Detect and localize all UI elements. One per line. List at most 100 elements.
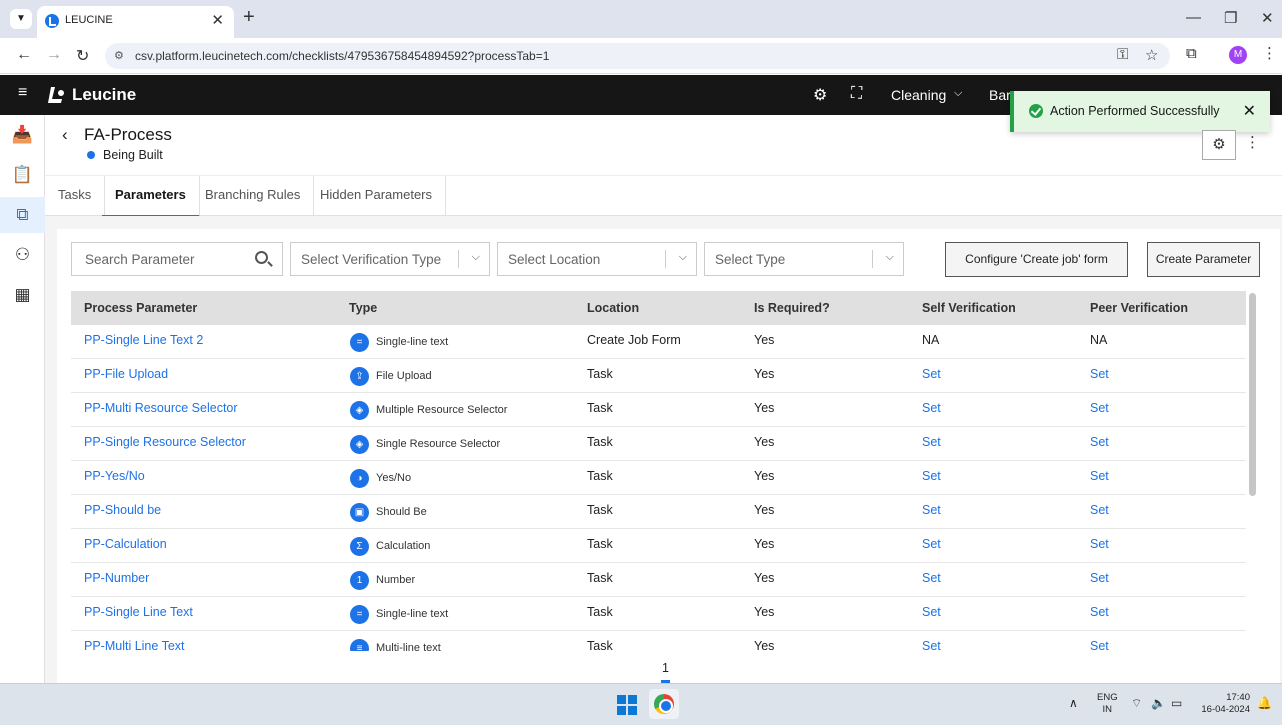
notification-bell-icon[interactable]: 🔔 [1257,696,1272,710]
table-row[interactable]: PP-Single Line Text 2 = Single-line text Cr… [71,325,1246,359]
tab-tasks[interactable]: Tasks [45,176,106,217]
self-verification-value[interactable]: Set [922,605,941,619]
back-chevron-icon[interactable]: ‹ [62,125,68,145]
table-row[interactable]: PP-Single Resource Selector ◈ Single Resou… [71,427,1246,461]
wifi-icon[interactable]: ⌔ [1131,696,1142,711]
peer-verification-value[interactable]: Set [1090,639,1109,651]
hamburger-menu-icon[interactable]: ≡ [18,84,27,102]
peer-verification-value[interactable]: Set [1090,469,1109,483]
peer-verification-value[interactable]: Set [1090,367,1109,381]
reports-icon[interactable]: ▦ [0,277,45,313]
table-scrollbar[interactable] [1249,293,1256,496]
profile-avatar[interactable]: M [1229,46,1247,64]
parameter-name-link[interactable]: PP-Multi Line Text [84,639,185,651]
more-options-icon[interactable]: ⋮ [1245,133,1260,151]
peer-verification-value[interactable]: Set [1090,503,1109,517]
close-tab-icon[interactable]: ✕ [211,11,224,29]
reload-icon[interactable]: ↻ [76,46,89,66]
url-text[interactable]: csv.platform.leucinetech.com/checklists/… [135,49,549,63]
table-row[interactable]: PP-Yes/No ◑ Yes/No Task Yes Set Set [71,461,1246,495]
parameter-type-icon: ≡ [350,639,369,651]
windows-start-icon[interactable] [617,695,637,715]
parameter-name-link[interactable]: PP-Single Line Text [84,605,193,619]
peer-verification-value[interactable]: Set [1090,605,1109,619]
scan-icon[interactable]: ⛶ [851,85,862,103]
col-peer-verification: Peer Verification [1090,301,1188,315]
verification-type-select[interactable]: Select Verification Type ⌵ [290,242,490,276]
search-input[interactable] [72,243,252,275]
omnibox[interactable]: ⚙ csv.platform.leucinetech.com/checklist… [105,43,1170,69]
self-verification-value[interactable]: Set [922,537,941,551]
settings-gear-icon[interactable]: ⚙ [813,85,827,105]
table-row[interactable]: PP-Number 1 Number Task Yes Set Set [71,563,1246,597]
peer-verification-value[interactable]: Set [1090,537,1109,551]
self-verification-value[interactable]: Set [922,401,941,415]
process-settings-button[interactable]: ⚙ [1202,130,1236,160]
self-verification-value[interactable]: Set [922,367,941,381]
close-window-icon[interactable]: ✕ [1261,9,1274,27]
checklist-icon[interactable]: 📋 [0,157,45,193]
tab-branching-rules[interactable]: Branching Rules [192,176,315,217]
self-verification-value[interactable]: Set [922,435,941,449]
self-verification-value[interactable]: Set [922,639,941,651]
volume-icon[interactable]: 🔈 [1151,696,1166,710]
peer-verification-value[interactable]: Set [1090,571,1109,585]
pagination-page[interactable]: 1 [662,661,669,675]
parameter-name-link[interactable]: PP-Multi Resource Selector [84,401,238,415]
bookmark-star-icon[interactable]: ☆ [1145,46,1158,64]
create-parameter-button[interactable]: Create Parameter [1147,242,1260,277]
facility-selector[interactable]: Cleaning [891,87,946,103]
tab-hidden-parameters[interactable]: Hidden Parameters [307,176,446,217]
tab-parameters[interactable]: Parameters [102,176,200,217]
inbox-icon[interactable]: 📥 [0,117,45,153]
forward-arrow-icon[interactable]: → [46,46,62,64]
parameter-name-link[interactable]: PP-File Upload [84,367,168,381]
restore-icon[interactable]: ❐ [1224,9,1237,27]
battery-icon[interactable]: ▭ [1171,696,1182,710]
self-verification-value[interactable]: Set [922,571,941,585]
table-row[interactable]: PP-Multi Line Text ≡ Multi-line text Task Ye… [71,631,1246,651]
language-indicator[interactable]: ENG IN [1097,692,1118,716]
parameter-type-icon: Σ [350,537,369,556]
self-verification-value[interactable]: Set [922,469,941,483]
chevron-down-icon[interactable]: ⌵ [472,251,480,264]
parameter-name-link[interactable]: PP-Yes/No [84,469,145,483]
parameter-name-link[interactable]: PP-Should be [84,503,161,517]
table-row[interactable]: PP-Calculation Σ Calculation Task Yes Set Set [71,529,1246,563]
parameter-name-link[interactable]: PP-Calculation [84,537,167,551]
site-settings-icon[interactable]: ⚙ [114,49,124,62]
parameter-type-label: Calculation [376,540,431,552]
tab-search-dropdown[interactable]: ▼ [10,9,32,29]
new-tab-icon[interactable]: + [243,6,255,29]
self-verification-value[interactable]: Set [922,503,941,517]
type-select[interactable]: Select Type ⌵ [704,242,904,276]
peer-verification-value[interactable]: Set [1090,401,1109,415]
table-row[interactable]: PP-File Upload ⇪ File Upload Task Yes Set Set [71,359,1246,393]
chevron-down-icon[interactable]: ⌵ [886,251,894,264]
peer-verification-value[interactable]: Set [1090,435,1109,449]
parameter-name-link[interactable]: PP-Single Line Text 2 [84,333,203,347]
parameter-name-link[interactable]: PP-Number [84,571,149,585]
process-icon[interactable]: ⧉ [0,197,45,233]
search-icon[interactable] [255,251,268,264]
parameter-name-link[interactable]: PP-Single Resource Selector [84,435,246,449]
extensions-icon[interactable]: ⧉ [1186,45,1197,62]
back-arrow-icon[interactable]: ← [16,46,32,64]
configure-create-job-form-button[interactable]: Configure 'Create job' form [945,242,1128,277]
browser-tab[interactable]: LEUCINE ✕ [37,6,234,38]
location-select[interactable]: Select Location ⌵ [497,242,697,276]
system-clock[interactable]: 17:40 16-04-2024 [1198,692,1250,716]
table-row[interactable]: PP-Multi Resource Selector ◈ Multiple Reso… [71,393,1246,427]
table-row[interactable]: PP-Single Line Text = Single-line text Task… [71,597,1246,631]
toast-close-icon[interactable]: ✕ [1243,101,1256,121]
chrome-menu-icon[interactable]: ⋮ [1262,44,1277,62]
minimize-icon[interactable]: — [1186,9,1201,26]
chrome-taskbar-icon[interactable] [649,689,679,719]
password-key-icon[interactable]: ⚿ [1117,46,1128,63]
header-truncated-item[interactable]: Bar [989,87,1011,103]
chevron-down-icon[interactable]: ⌵ [679,251,687,264]
facility-chevron-down-icon[interactable]: ⌵ [954,87,962,100]
table-row[interactable]: PP-Should be ▣ Should Be Task Yes Set Set [71,495,1246,529]
hierarchy-icon[interactable]: ⚇ [0,237,45,273]
tray-chevron-up-icon[interactable]: ∧ [1069,696,1078,710]
